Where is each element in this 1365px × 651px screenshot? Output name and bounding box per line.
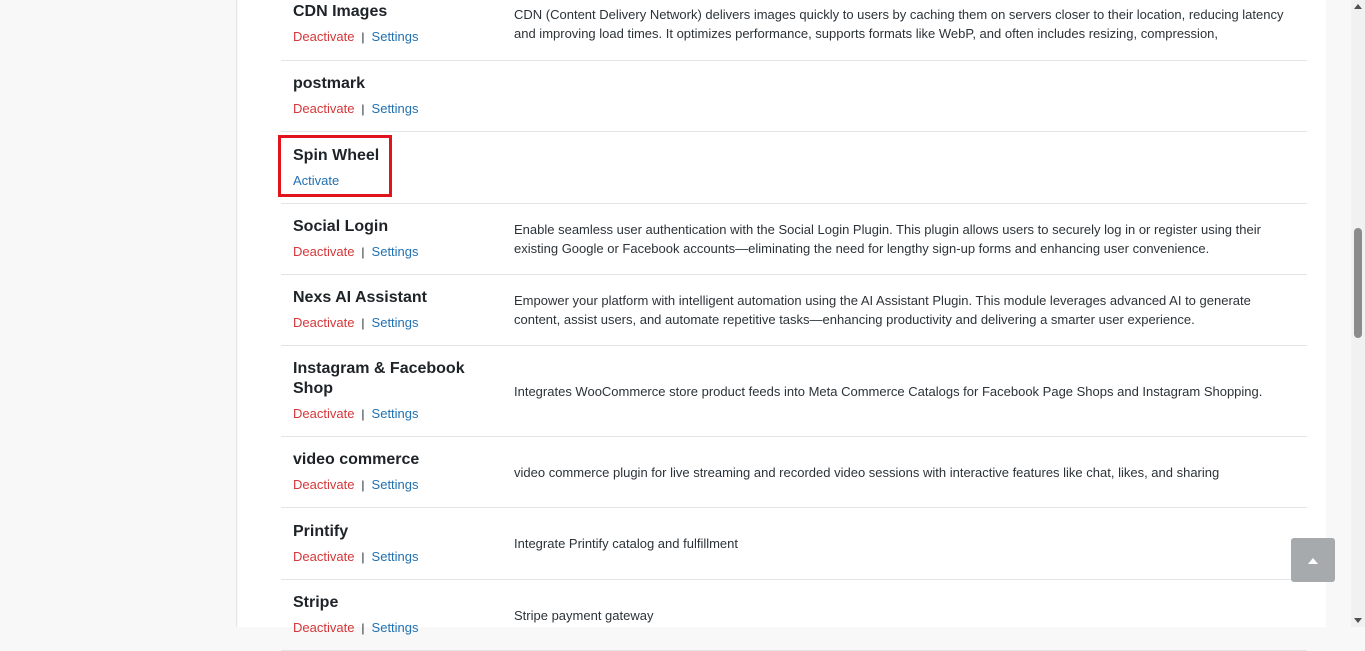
plugin-row-stripe: Stripe Deactivate | Settings Stripe paymen… (281, 580, 1307, 651)
action-separator: | (361, 407, 365, 421)
action-separator: | (361, 549, 365, 564)
action-separator: | (361, 30, 365, 44)
settings-link[interactable]: Settings (372, 244, 419, 259)
plugin-name: postmark (293, 75, 366, 92)
deactivate-link[interactable]: Deactivate (293, 29, 354, 44)
settings-link[interactable]: Settings (372, 315, 419, 330)
scroll-up-arrow-icon[interactable] (1354, 4, 1362, 9)
action-separator: | (361, 478, 365, 492)
action-separator: | (361, 102, 365, 116)
settings-link[interactable]: Settings (372, 406, 419, 421)
settings-link[interactable]: Settings (372, 620, 419, 635)
deactivate-link[interactable]: Deactivate (293, 101, 354, 116)
deactivate-link[interactable]: Deactivate (293, 549, 354, 564)
plugin-description: CDN (Content Delivery Network) delivers … (514, 7, 1284, 41)
plugin-row-instagram-facebook-shop: Instagram & Facebook Shop Deactivate | Set… (281, 346, 1307, 437)
plugin-actions: Deactivate | Settings (293, 476, 514, 494)
action-separator: | (361, 316, 365, 330)
plugin-actions: Deactivate | Settings (293, 619, 514, 637)
plugin-actions: Activate (293, 172, 514, 190)
plugin-actions: Deactivate | Settings (293, 243, 514, 261)
deactivate-link[interactable]: Deactivate (293, 477, 354, 492)
plugin-actions: Deactivate | Settings (293, 548, 514, 566)
plugin-name: Social Login (293, 218, 389, 235)
settings-link[interactable]: Settings (372, 549, 419, 564)
plugin-row-social-login: Social Login Deactivate | Settings Enable … (281, 204, 1307, 275)
plugin-name: Printify (293, 522, 349, 540)
activate-link[interactable]: Activate (293, 173, 339, 188)
plugin-description: Enable seamless user authentication with… (514, 222, 1261, 256)
scroll-to-top-button[interactable] (1291, 538, 1335, 582)
plugin-row-nexs-ai-assistant: Nexs AI Assistant Deactivate | Settings Em… (281, 275, 1307, 346)
plugin-row-printify: Printify Deactivate | Settings Integrate P… (281, 508, 1307, 580)
scrollbar-thumb[interactable] (1354, 228, 1362, 338)
deactivate-link[interactable]: Deactivate (293, 406, 354, 421)
plugin-description: video commerce plugin for live streaming… (514, 464, 1220, 480)
plugin-name: video commerce (293, 451, 420, 468)
plugin-actions: Deactivate | Settings (293, 28, 514, 46)
deactivate-link[interactable]: Deactivate (293, 244, 354, 259)
plugin-row-postmark: postmark Deactivate | Settings (281, 61, 1307, 132)
action-separator: | (361, 245, 365, 259)
plugin-name: Stripe (293, 594, 339, 611)
deactivate-link[interactable]: Deactivate (293, 315, 354, 330)
plugin-list: CDN Images Deactivate | Settings CDN (Cont… (281, 0, 1307, 651)
plugin-actions: Deactivate | Settings (293, 405, 474, 423)
plugin-description: Stripe payment gateway (514, 607, 654, 623)
action-separator: | (361, 621, 365, 635)
plugin-actions: Deactivate | Settings (293, 100, 514, 118)
deactivate-link[interactable]: Deactivate (293, 620, 354, 635)
plugin-row-spin-wheel: Spin Wheel Activate (281, 132, 1307, 204)
plugin-row-video-commerce: video commerce Deactivate | Settings video… (281, 437, 1307, 508)
plugin-name: Nexs AI Assistant (293, 289, 427, 306)
plugins-content: CDN Images Deactivate | Settings CDN (Cont… (238, 0, 1326, 651)
settings-link[interactable]: Settings (372, 101, 419, 116)
chevron-up-icon (1308, 557, 1318, 564)
plugin-name: Instagram & Facebook Shop (293, 360, 465, 397)
plugin-description: Integrate Printify catalog and fulfillme… (514, 536, 739, 551)
sidebar-background (0, 0, 237, 627)
settings-link[interactable]: Settings (372, 29, 419, 44)
plugin-actions: Deactivate | Settings (293, 314, 514, 332)
scroll-down-arrow-icon[interactable] (1354, 618, 1362, 623)
plugin-name: CDN Images (293, 3, 388, 20)
page-scrollbar[interactable] (1351, 0, 1365, 627)
settings-link[interactable]: Settings (372, 477, 419, 492)
plugin-description: Integrates WooCommerce store product fee… (514, 383, 1263, 399)
plugin-name: Spin Wheel (293, 146, 380, 164)
plugin-row-cdn-images: CDN Images Deactivate | Settings CDN (Cont… (281, 0, 1307, 61)
plugin-description: Empower your platform with intelligent a… (514, 293, 1251, 327)
